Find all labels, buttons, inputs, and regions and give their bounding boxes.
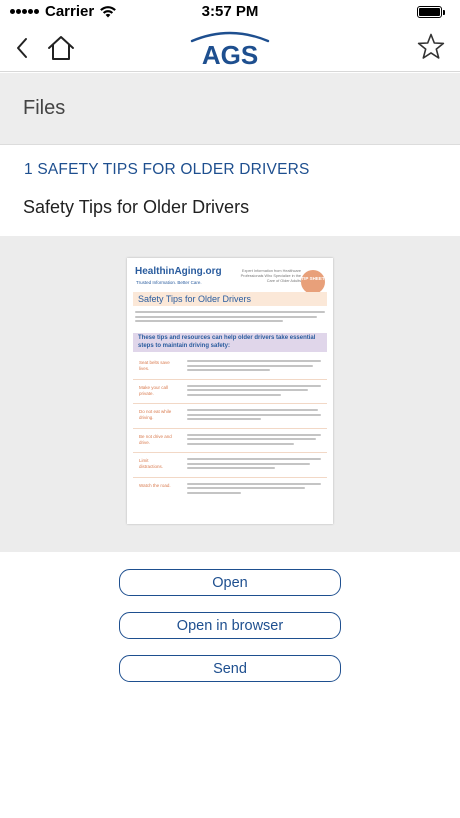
thumbnail-brand: HealthinAging.org bbox=[135, 266, 222, 277]
tip-label: Limit distractions. bbox=[139, 458, 164, 469]
ags-logo: AGS bbox=[190, 31, 270, 68]
thumbnail-tips-list: Seat belts save lives. Make your call pr… bbox=[133, 355, 327, 502]
favorite-button[interactable] bbox=[414, 30, 448, 64]
thumbnail-title-bar: Safety Tips for Older Drivers bbox=[133, 292, 327, 306]
document-preview-area: HealthinAging.org Trusted Information. B… bbox=[0, 236, 460, 552]
files-header: Files bbox=[0, 73, 460, 145]
list-item: Be not drive and drive. bbox=[133, 429, 327, 453]
list-item: Make your call private. bbox=[133, 380, 327, 404]
tip-label: Make your call private. bbox=[139, 384, 169, 396]
open-in-browser-button[interactable]: Open in browser bbox=[119, 612, 341, 639]
thumbnail-title: Safety Tips for Older Drivers bbox=[138, 294, 252, 304]
send-button[interactable]: Send bbox=[119, 655, 341, 682]
navigation-bar: AGS bbox=[0, 24, 460, 72]
thumbnail-intro-text bbox=[135, 311, 325, 325]
tip-label: Do not eat while driving. bbox=[139, 409, 172, 420]
list-item: Seat belts save lives. bbox=[133, 355, 327, 380]
tip-label: Watch the road. bbox=[139, 482, 171, 488]
thumbnail-header-note: Expert Information from Healthcare Profe… bbox=[240, 269, 301, 283]
home-button[interactable] bbox=[45, 32, 77, 64]
section-title: Files bbox=[23, 97, 66, 119]
list-item: Watch the road. bbox=[133, 478, 327, 503]
tip-label: Seat belts save lives. bbox=[139, 360, 170, 371]
battery-icon bbox=[417, 6, 445, 18]
thumbnail-lead: These tips and resources can help older … bbox=[138, 335, 316, 349]
tip-label: Be not drive and drive. bbox=[139, 433, 172, 445]
list-item: Limit distractions. bbox=[133, 453, 327, 478]
tip-sheet-badge: TIP SHEET bbox=[301, 270, 325, 294]
thumbnail-lead-bar: These tips and resources can help older … bbox=[133, 333, 327, 352]
thumbnail-tagline: Trusted Information. Better Care. bbox=[136, 280, 202, 285]
document-category: 1 SAFETY TIPS FOR OLDER DRIVERS bbox=[24, 161, 310, 178]
document-thumbnail[interactable]: HealthinAging.org Trusted Information. B… bbox=[127, 258, 333, 524]
chevron-left-icon bbox=[17, 38, 27, 58]
back-button[interactable] bbox=[10, 32, 34, 64]
open-button[interactable]: Open bbox=[119, 569, 341, 596]
home-icon bbox=[48, 36, 74, 60]
list-item: Do not eat while driving. bbox=[133, 404, 327, 429]
logo-text: AGS bbox=[202, 40, 258, 68]
status-bar: Carrier 3:57 PM bbox=[0, 0, 460, 24]
clock: 3:57 PM bbox=[201, 3, 259, 20]
document-title: Safety Tips for Older Drivers bbox=[23, 197, 250, 217]
star-outline-icon bbox=[417, 33, 445, 59]
